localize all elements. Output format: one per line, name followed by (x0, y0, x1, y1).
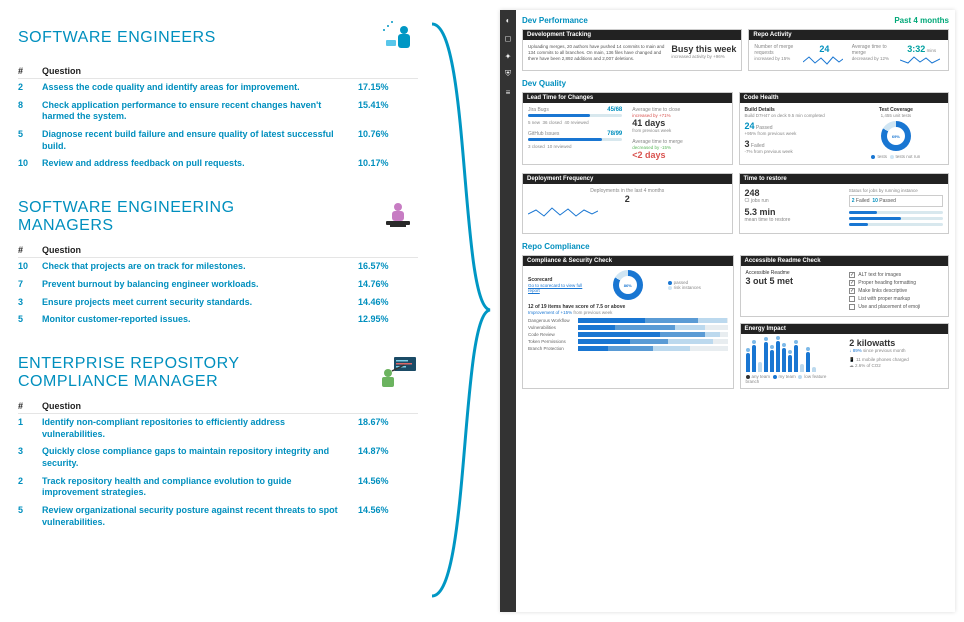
energy-bar-chart (746, 338, 840, 372)
nav-shield-icon[interactable]: ⛨ (504, 70, 512, 78)
persona-title: SOFTWARE ENGINEERS (18, 29, 216, 47)
persona-software-engineers: SOFTWARE ENGINEERS # Question 2Assess th… (18, 18, 418, 173)
sidebar-nav: ◐ ◻ ✦ ⛨ ≡ (500, 10, 516, 612)
persona-title: ENTERPRISE REPOSITORY COMPLIANCE MANAGER (18, 355, 278, 391)
compliance-icon (378, 353, 418, 393)
code-health-card: Code Health Build Details Build D7H47 on… (739, 92, 950, 165)
compliance-check-card: Compliance & Security Check Scorecard Go… (522, 255, 734, 389)
energy-impact-card: Energy Impact (740, 323, 950, 389)
manager-icon (378, 197, 418, 237)
persona-erc: ENTERPRISE REPOSITORY COMPLIANCE MANAGER… (18, 353, 418, 532)
section-title: Dev Quality (522, 79, 949, 88)
dashboard-content: Dev Performance Past 4 months Developmen… (516, 10, 955, 612)
table-row: 3Quickly close compliance gaps to mainta… (18, 443, 418, 472)
nav-activity-icon[interactable]: ✦ (504, 52, 512, 60)
development-tracking-card: Development Tracking Uploading merges, 2… (522, 29, 742, 71)
table-row: 1Identify non-compliant repositories to … (18, 414, 418, 443)
persona-title: SOFTWARE ENGINEERING MANAGERS (18, 199, 278, 235)
time-range[interactable]: Past 4 months (894, 16, 949, 25)
table-row: 5Review organizational security posture … (18, 502, 418, 531)
coverage-donut: 69% (881, 121, 911, 151)
table-row: 7Prevent burnout by balancing engineer w… (18, 276, 418, 294)
deployment-frequency-card: Deployment Frequency Deployments in the … (522, 173, 733, 234)
repo-activity-card: Repo Activity Number of merge requests i… (748, 29, 949, 71)
time-to-restore-card: Time to restore 248 CI jobs run 5.3 min … (739, 173, 950, 234)
table-row: 10Check that projects are on track for m… (18, 258, 418, 276)
table-row: 8Check application performance to ensure… (18, 97, 418, 126)
nav-home-icon[interactable]: ◻ (504, 34, 512, 42)
scorecard-link[interactable]: Go to scorecard to view full report (528, 283, 588, 293)
personas-column: SOFTWARE ENGINEERS # Question 2Assess th… (18, 18, 418, 555)
tracking-summary: Uploading merges, 20 authors have pushed… (528, 44, 665, 62)
table-row: 10Review and address feedback on pull re… (18, 155, 418, 173)
section-title: Repo Compliance (522, 242, 949, 251)
lead-time-card: Lead Time for Changes Jira Bugs45/68 5 n… (522, 92, 733, 165)
table-row: 5Diagnose recent build failure and ensur… (18, 126, 418, 155)
nav-menu-icon[interactable]: ≡ (504, 88, 512, 96)
readme-check-card: Accessible Readme Check Accessible Readm… (740, 255, 950, 317)
table-row: 3Ensure projects meet current security s… (18, 294, 418, 312)
bracket-connector (430, 20, 500, 600)
table-header: # Question (18, 64, 418, 79)
table-row: 2Track repository health and compliance … (18, 473, 418, 502)
table-row: 5Monitor customer-reported issues.12.95% (18, 311, 418, 329)
nav-dashboard-icon[interactable]: ◐ (504, 16, 512, 24)
table-row: 2Assess the code quality and identify ar… (18, 79, 418, 97)
section-title: Dev Performance (522, 16, 588, 25)
persona-sem: SOFTWARE ENGINEERING MANAGERS #Question … (18, 197, 418, 329)
engineer-icon (378, 18, 418, 58)
dashboard-window: ◐ ◻ ✦ ⛨ ≡ Dev Performance Past 4 months … (500, 10, 955, 612)
